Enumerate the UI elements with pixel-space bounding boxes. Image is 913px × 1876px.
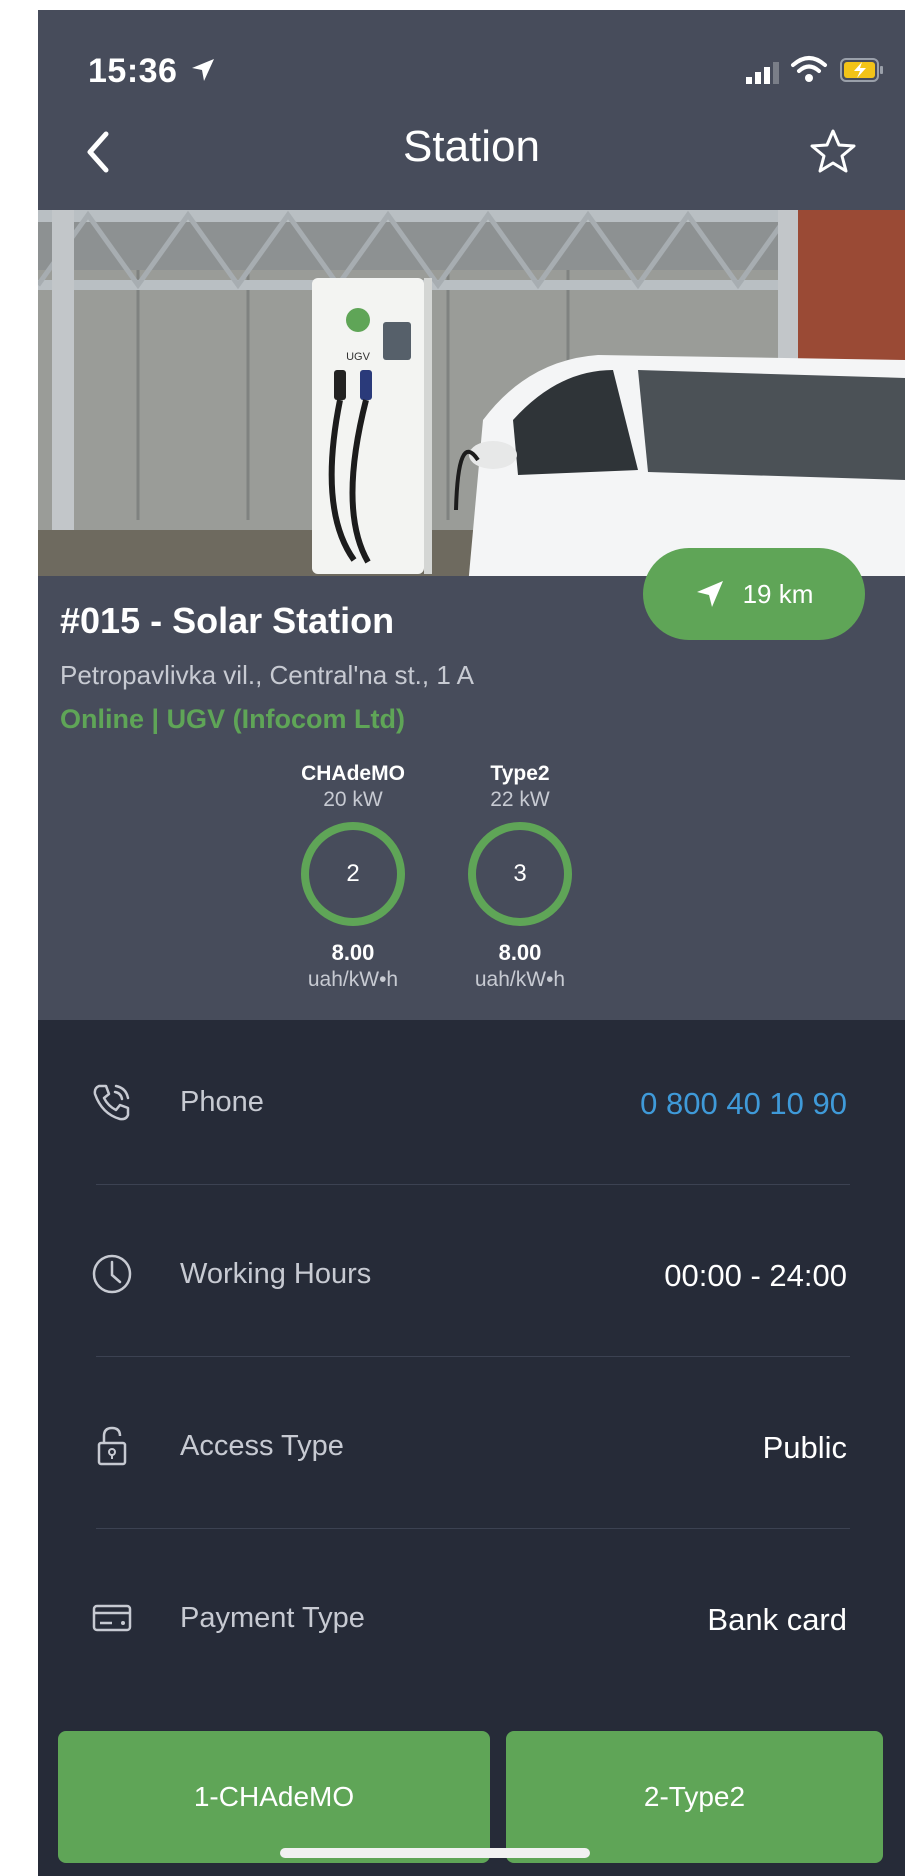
access-type-value: Public xyxy=(762,1430,847,1465)
navigate-distance-button[interactable]: 19 km xyxy=(643,548,865,640)
working-hours-row: Working Hours 00:00 - 24:00 xyxy=(38,1224,905,1324)
divider xyxy=(96,1528,850,1529)
connector-type: CHAdeMO xyxy=(301,762,405,785)
connector-count: 2 xyxy=(346,860,360,887)
working-hours-value: 00:00 - 24:00 xyxy=(664,1258,847,1293)
phone-number-link[interactable]: 0 800 40 10 90 xyxy=(640,1086,847,1122)
page-title: Station xyxy=(403,122,540,171)
signal-icon xyxy=(746,62,779,84)
charger-brand-label: UGV xyxy=(346,351,371,363)
phone-label: Phone xyxy=(180,1086,264,1118)
home-indicator xyxy=(280,1848,590,1858)
favorite-star-button[interactable] xyxy=(808,126,858,176)
lock-icon xyxy=(97,1426,127,1466)
connector-chademo: CHAdeMO 20 kW 2 8.00 uah/kW•h xyxy=(278,762,428,992)
status-time: 15:36 xyxy=(88,52,178,90)
connector-1-button[interactable]: 1-CHAdeMO xyxy=(58,1731,490,1863)
distance-label: 19 km xyxy=(742,578,814,609)
card-icon xyxy=(92,1604,132,1632)
connector-2-button[interactable]: 2-Type2 xyxy=(506,1731,883,1863)
working-hours-label: Working Hours xyxy=(180,1258,372,1290)
payment-type-row: Payment Type Bank card xyxy=(38,1568,905,1668)
top-bar xyxy=(38,10,905,210)
phone-icon xyxy=(93,1084,130,1121)
divider xyxy=(96,1184,850,1185)
connector-type2: Type2 22 kW 3 8.00 uah/kW•h xyxy=(445,762,595,992)
app-screen: 15:36 Station UGV 19 km #015 - Solar Sta… xyxy=(38,10,905,1876)
connector-power: 20 kW xyxy=(323,788,383,811)
connector-price-unit: uah/kW•h xyxy=(307,968,399,991)
connector-count-ring: 3 xyxy=(468,822,572,926)
battery-charging-icon xyxy=(840,58,883,82)
connector-type: Type2 xyxy=(490,762,550,785)
clock-icon xyxy=(92,1254,132,1294)
location-arrow-icon xyxy=(192,59,214,81)
station-address: Petropavlivka vil., Central'na st., 1 A xyxy=(60,660,474,690)
access-type-row: Access Type Public xyxy=(38,1396,905,1496)
connector-price: 8.00 xyxy=(498,940,542,965)
connector-count: 3 xyxy=(513,860,527,887)
payment-type-label: Payment Type xyxy=(180,1602,365,1634)
connector-count-ring: 2 xyxy=(301,822,405,926)
connector-power: 22 kW xyxy=(490,788,550,811)
access-type-label: Access Type xyxy=(180,1430,344,1462)
navigation-arrow-icon xyxy=(696,581,723,607)
station-photo: UGV xyxy=(38,210,905,586)
divider xyxy=(96,1356,850,1357)
connector-price: 8.00 xyxy=(331,940,375,965)
station-name: #015 - Solar Station xyxy=(60,600,395,641)
wifi-icon xyxy=(791,56,827,82)
station-status: Online | UGV (Infocom Ltd) xyxy=(60,704,406,734)
connector-price-unit: uah/kW•h xyxy=(474,968,566,991)
phone-row: Phone 0 800 40 10 90 xyxy=(38,1052,905,1152)
payment-type-value: Bank card xyxy=(707,1602,847,1637)
